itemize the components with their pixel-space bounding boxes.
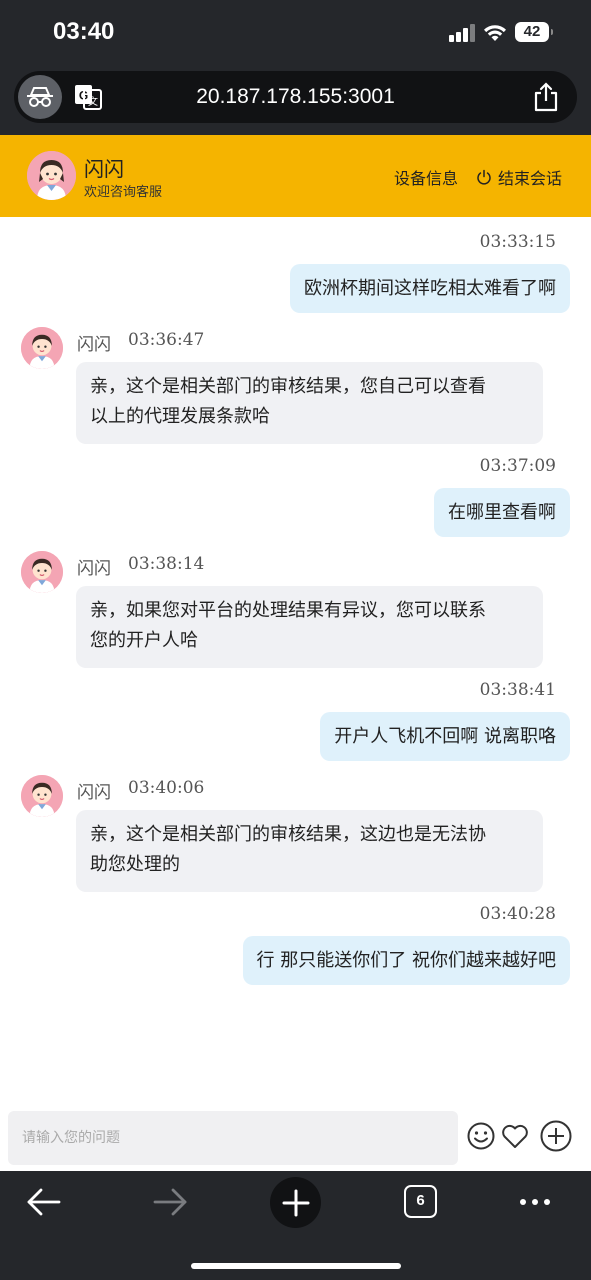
arrow-right-icon[interactable] xyxy=(152,1187,188,1221)
agent-message-bubble: 亲，这个是相关部门的审核结果，您自己可以查看 以上的代理发展条款哈 xyxy=(76,362,543,444)
message-line: 以上的代理发展条款哈 xyxy=(90,406,270,427)
message-timestamp: 03:38:41 xyxy=(479,680,556,700)
chat-header: 闪闪 欢迎咨询客服 设备信息 结束会话 xyxy=(0,135,591,217)
agent-name: 闪闪 xyxy=(84,157,124,181)
message-line: 亲，如果您对平台的处理结果有异议，您可以联系 xyxy=(90,600,486,621)
status-time: 03:40 xyxy=(53,18,115,45)
battery-indicator: 42 xyxy=(515,22,553,42)
agent-avatar xyxy=(21,551,63,593)
user-message-bubble: 欧洲杯期间这样吃相太难看了啊 xyxy=(290,264,570,313)
message-timestamp: 03:36:47 xyxy=(128,330,205,350)
browser-toolbar: 6 xyxy=(0,1171,591,1280)
heart-icon[interactable] xyxy=(500,1121,530,1155)
message-line: 亲，这个是相关部门的审核结果，您自己可以查看 xyxy=(90,376,486,397)
agent-message-bubble: 亲，如果您对平台的处理结果有异议，您可以联系 您的开户人哈 xyxy=(76,586,543,668)
message-timestamp: 03:40:28 xyxy=(479,904,556,924)
agent-subtitle: 欢迎咨询客服 xyxy=(84,185,163,200)
more-dots-icon[interactable] xyxy=(520,1199,550,1205)
home-indicator xyxy=(191,1263,401,1269)
message-timestamp: 03:37:09 xyxy=(479,456,556,476)
browser-address-bar: 20.187.178.155:3001 G 文 xyxy=(0,66,591,135)
user-message-bubble: 在哪里查看啊 xyxy=(434,488,570,537)
tab-switcher-button[interactable]: 6 xyxy=(404,1185,437,1218)
device-info-button[interactable]: 设备信息 xyxy=(394,165,458,189)
new-tab-button[interactable] xyxy=(270,1177,321,1228)
end-session-button[interactable]: 结束会话 xyxy=(476,165,562,189)
message-timestamp: 03:33:15 xyxy=(479,232,556,252)
incognito-icon[interactable] xyxy=(18,75,62,119)
message-line: 助您处理的 xyxy=(90,854,180,875)
wifi-icon xyxy=(482,22,508,46)
plus-icon xyxy=(282,1189,309,1216)
arrow-left-icon[interactable] xyxy=(26,1187,62,1221)
user-message-bubble: 开户人飞机不回啊 说离职咯 xyxy=(320,712,570,761)
message-line: 您的开户人哈 xyxy=(90,630,198,651)
url-pill: 20.187.178.155:3001 G 文 xyxy=(14,71,577,123)
user-message-bubble: 行 那只能送你们了 祝你们越来越好吧 xyxy=(242,936,570,985)
power-icon xyxy=(477,169,491,185)
end-session-label: 结束会话 xyxy=(498,169,563,188)
status-bar: 03:40 42 xyxy=(0,0,591,66)
agent-message-name: 闪闪 xyxy=(77,783,111,803)
translate-icon[interactable]: G 文 xyxy=(74,84,102,110)
agent-message-name: 闪闪 xyxy=(77,335,111,355)
agent-message-bubble: 亲，这个是相关部门的审核结果，这边也是无法协 助您处理的 xyxy=(76,810,543,892)
cellular-signal-icon xyxy=(449,24,475,42)
share-icon[interactable] xyxy=(533,82,559,112)
message-input[interactable] xyxy=(8,1111,458,1165)
agent-avatar xyxy=(27,151,76,200)
agent-avatar xyxy=(21,775,63,817)
svg-text:文: 文 xyxy=(88,95,98,108)
message-list[interactable]: 03:33:15 欧洲杯期间这样吃相太难看了啊 闪闪 03:36:47 亲，这个… xyxy=(0,217,591,1107)
message-timestamp: 03:40:06 xyxy=(128,778,205,798)
agent-message-name: 闪闪 xyxy=(77,559,111,579)
composer-bar xyxy=(0,1107,591,1171)
message-timestamp: 03:38:14 xyxy=(128,554,205,574)
message-line: 亲，这个是相关部门的审核结果，这边也是无法协 xyxy=(90,824,486,845)
emoji-icon[interactable] xyxy=(466,1121,496,1155)
plus-circle-icon[interactable] xyxy=(539,1119,573,1157)
agent-avatar xyxy=(21,327,63,369)
